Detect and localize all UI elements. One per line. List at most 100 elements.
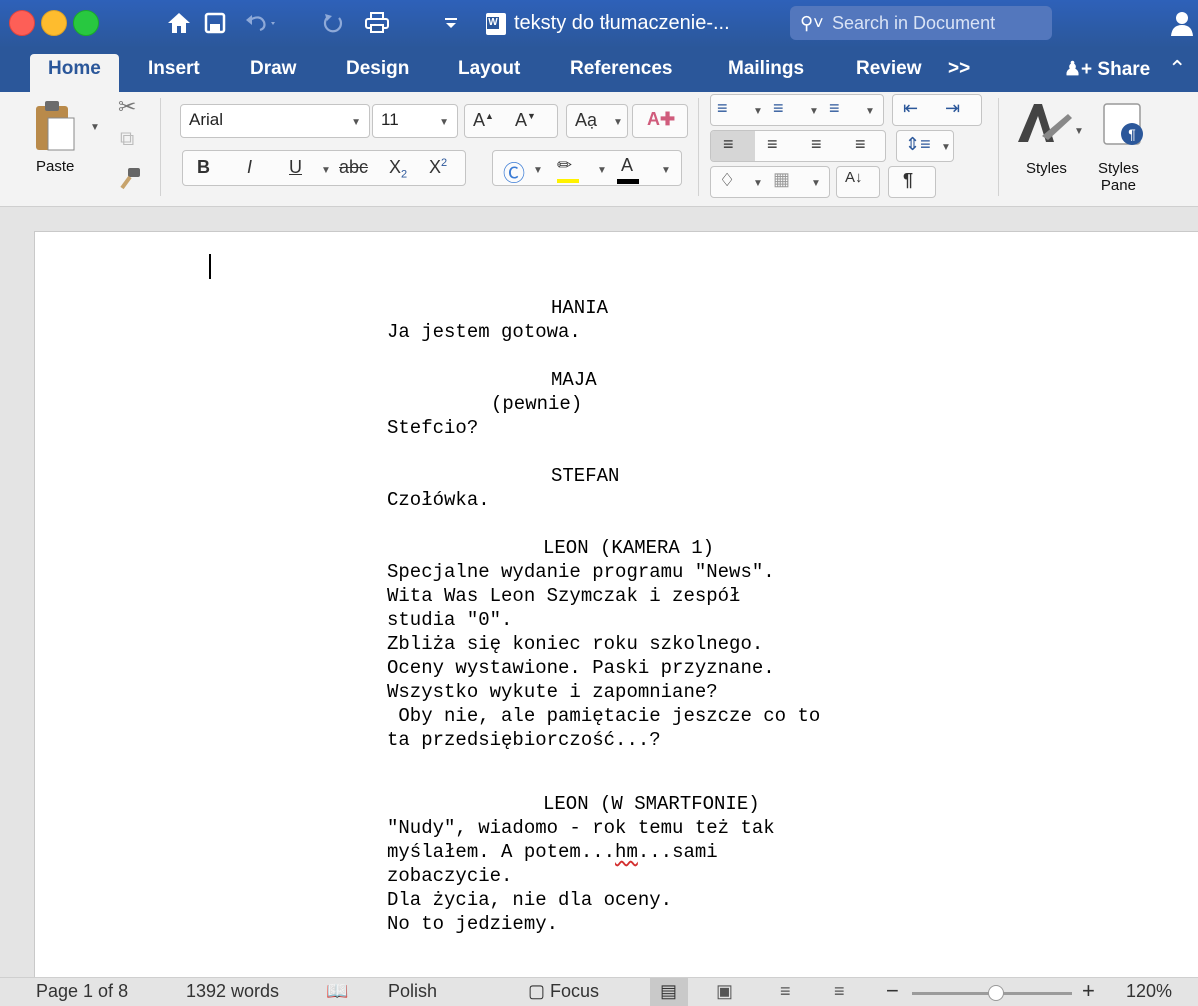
justify-icon[interactable]: ≡ <box>855 134 866 155</box>
tab-home[interactable]: Home <box>30 54 119 92</box>
font-color-icon[interactable]: A <box>617 155 639 184</box>
chevron-down-icon[interactable]: ▼ <box>811 178 821 189</box>
dialogue-line: Wita Was Leon Szymczak i zespół <box>387 585 741 607</box>
clear-formatting-button[interactable]: A✚ <box>632 104 688 138</box>
multilevel-list-icon[interactable]: ≡ <box>829 98 840 119</box>
font-color-group: Ⓒ ▼ ✏ ▼ A ▼ <box>492 150 682 186</box>
change-case-button[interactable]: Aạ ▼ <box>566 104 628 138</box>
chevron-down-icon[interactable]: ▼ <box>597 165 607 176</box>
chevron-down-icon[interactable]: ▼ <box>661 165 671 176</box>
increase-indent-icon[interactable]: ⇥ <box>945 98 960 119</box>
tab-references[interactable]: References <box>570 58 672 80</box>
tab-draw[interactable]: Draw <box>250 58 296 80</box>
chevron-down-icon: ▼ <box>1074 126 1084 137</box>
zoom-in-button[interactable]: + <box>1082 978 1095 1004</box>
collapse-ribbon-icon[interactable]: ⌃ <box>1168 56 1186 82</box>
strikethrough-button[interactable]: abc <box>339 157 368 178</box>
zoom-slider-thumb[interactable] <box>988 985 1004 1001</box>
grow-font-button[interactable]: A▲ <box>473 110 494 131</box>
minimize-window-button[interactable] <box>41 10 67 36</box>
tab-layout[interactable]: Layout <box>458 58 520 80</box>
character-name: LEON (KAMERA 1) <box>543 537 715 559</box>
decrease-indent-icon[interactable]: ⇤ <box>903 98 918 119</box>
sort-icon: A↓ <box>845 169 863 186</box>
show-formatting-button[interactable]: ¶ <box>888 166 936 198</box>
shading-icon[interactable]: ♢ <box>719 170 735 191</box>
chevron-down-icon: ▼ <box>351 117 361 128</box>
home-ribbon: ▼ Paste ✂ ⧉ Arial ▼ 11 ▼ A▲ A▼ Aạ ▼ A✚ B… <box>0 92 1198 207</box>
text-effects-icon[interactable]: Ⓒ <box>503 156 525 188</box>
tab-review[interactable]: Review <box>856 58 921 80</box>
chevron-down-icon[interactable]: ▼ <box>753 178 763 189</box>
search-in-document-field[interactable]: ⚲˅ Search in Document <box>790 6 1052 40</box>
paste-dropdown-icon[interactable]: ▼ <box>90 122 100 133</box>
align-center-icon[interactable]: ≡ <box>767 134 778 155</box>
chevron-down-icon: ▼ <box>613 117 623 128</box>
page-count[interactable]: Page 1 of 8 <box>36 981 128 1002</box>
text-segment: ...sami <box>637 841 718 863</box>
tab-mailings[interactable]: Mailings <box>728 58 804 80</box>
customize-toolbar-icon[interactable] <box>444 16 458 30</box>
bullets-icon[interactable]: ≡ <box>717 98 728 119</box>
proofing-icon[interactable]: 📖 <box>326 981 348 1002</box>
focus-button[interactable]: ▢ Focus <box>528 981 599 1002</box>
numbering-icon[interactable]: ≡ <box>773 98 784 119</box>
character-name: MAJA <box>551 369 597 391</box>
zoom-percent[interactable]: 120% <box>1126 981 1172 1002</box>
share-button[interactable]: ♟+ Share <box>1064 58 1150 81</box>
pilcrow-icon: ¶ <box>903 170 914 190</box>
undo-icon[interactable] <box>244 12 278 34</box>
format-painter-icon[interactable] <box>116 166 142 192</box>
spelling-error-word[interactable]: hm <box>615 841 638 863</box>
align-right-icon[interactable]: ≡ <box>811 134 822 155</box>
print-icon[interactable] <box>364 11 390 35</box>
more-tabs-button[interactable]: >> <box>948 58 970 80</box>
chevron-down-icon[interactable]: ▼ <box>533 165 543 176</box>
font-name-combo[interactable]: Arial ▼ <box>180 104 370 138</box>
zoom-window-button[interactable] <box>73 10 99 36</box>
dialogue-line: Zbliża się koniec roku szkolnego. <box>387 633 764 655</box>
dialogue-line: Oby nie, ale pamiętacie jeszcze co to <box>387 705 821 727</box>
sort-button[interactable]: A↓ <box>836 166 880 198</box>
web-layout-icon[interactable]: ▣ <box>716 981 733 1002</box>
chevron-down-icon[interactable]: ▼ <box>809 106 819 117</box>
redo-icon[interactable] <box>322 12 344 34</box>
bold-button[interactable]: B <box>197 157 210 178</box>
subscript-button[interactable]: X2 <box>389 157 407 181</box>
dialogue-line: Wszystko wykute i zapomniane? <box>387 681 718 703</box>
outline-view-icon[interactable]: ≡ <box>780 981 791 1002</box>
zoom-slider[interactable] <box>912 985 1072 1001</box>
dialogue-line: ta przedsiębiorczość...? <box>387 729 661 751</box>
borders-icon[interactable]: ▦ <box>773 169 790 190</box>
account-icon[interactable] <box>1168 10 1194 38</box>
dialogue-line: Czołówka. <box>387 489 490 511</box>
styles-pane-icon: ¶ <box>1103 103 1143 145</box>
copy-icon[interactable]: ⧉ <box>120 128 134 151</box>
highlight-icon[interactable]: ✏ <box>557 155 579 183</box>
italic-button[interactable]: I <box>247 157 252 178</box>
zoom-out-button[interactable]: − <box>886 978 899 1004</box>
language[interactable]: Polish <box>388 981 437 1002</box>
line-spacing-button[interactable]: ⇕≡ ▼ <box>896 130 954 162</box>
home-icon[interactable] <box>166 11 192 35</box>
close-window-button[interactable] <box>9 10 35 36</box>
superscript-button[interactable]: X2 <box>429 157 447 178</box>
document-page[interactable]: HANIA Ja jestem gotowa. MAJA (pewnie) St… <box>34 231 1198 992</box>
shrink-font-button[interactable]: A▼ <box>515 110 536 131</box>
underline-dropdown-icon[interactable]: ▼ <box>321 165 331 176</box>
draft-view-icon[interactable]: ≡ <box>834 981 845 1002</box>
styles-pane-label: Styles Pane <box>1098 160 1139 194</box>
word-count[interactable]: 1392 words <box>186 981 279 1002</box>
font-size-combo[interactable]: 11 ▼ <box>372 104 458 138</box>
cut-icon[interactable]: ✂ <box>118 94 136 120</box>
print-layout-view-button[interactable]: ▤ <box>650 978 688 1006</box>
tab-insert[interactable]: Insert <box>148 58 200 80</box>
svg-text:¶: ¶ <box>1128 126 1136 142</box>
underline-button[interactable]: U <box>289 157 302 178</box>
chevron-down-icon[interactable]: ▼ <box>865 106 875 117</box>
dialogue-line: Specjalne wydanie programu "News". <box>387 561 775 583</box>
save-icon[interactable] <box>204 12 226 34</box>
tab-design[interactable]: Design <box>346 58 409 80</box>
paste-icon[interactable] <box>34 98 78 156</box>
chevron-down-icon[interactable]: ▼ <box>753 106 763 117</box>
